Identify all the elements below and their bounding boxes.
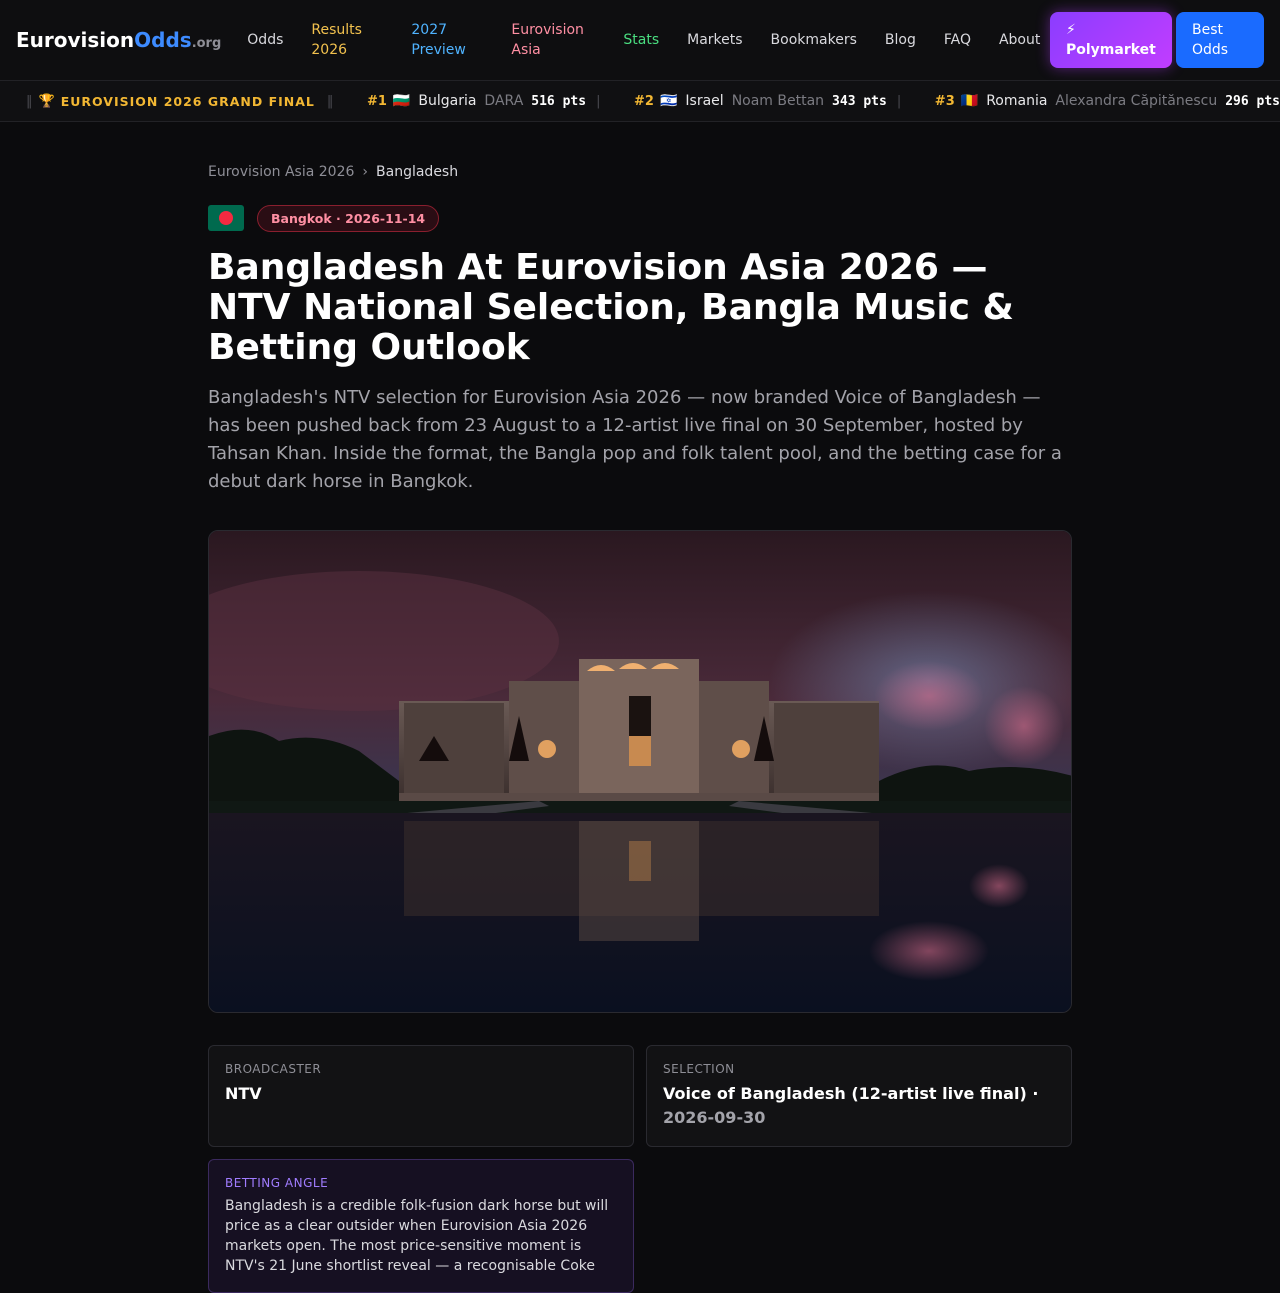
nav-stats[interactable]: Stats <box>609 30 673 50</box>
nav-faq[interactable]: FAQ <box>930 30 985 50</box>
hero-image-parliament <box>208 530 1072 1013</box>
ticker-artist: Noam Bettan <box>731 93 825 109</box>
ticker-country: Israel <box>685 93 724 109</box>
nav-2027-preview[interactable]: 2027 Preview <box>397 20 497 60</box>
ticker-entry[interactable]: #1 🇧🇬 Bulgaria DARA 516 pts <box>367 93 586 109</box>
israel-flag-icon: 🇮🇱 <box>659 93 678 109</box>
bangladesh-flag-icon <box>208 205 244 231</box>
ticker-divider: ‖ <box>26 93 33 109</box>
ticker-rank: #1 <box>366 94 387 109</box>
card-label: BROADCASTER <box>225 1062 322 1076</box>
selection-card: SELECTION Voice of Bangladesh (12-artist… <box>646 1045 1072 1147</box>
site-header: Eurovision Odds .org Odds Results 2026 202… <box>0 0 1280 81</box>
ticker-points: 296 pts <box>1225 94 1280 109</box>
breadcrumb-parent-link[interactable]: Eurovision Asia 2026 <box>208 164 354 180</box>
selection-date: 2026-09-30 <box>663 1108 766 1127</box>
breadcrumb-chevron-icon: › <box>362 164 369 180</box>
nav-bookmakers[interactable]: Bookmakers <box>757 30 871 50</box>
article-lede: Bangladesh's NTV selection for Eurovisio… <box>208 387 1062 492</box>
article-meta: Bangkok · 2026-11-14 <box>208 202 1072 234</box>
betting-angle-card: BETTING ANGLE Bangladesh is a credible f… <box>208 1159 634 1293</box>
ticker-country: Bulgaria <box>418 93 477 109</box>
ticker-points: 343 pts <box>832 94 887 109</box>
event-location-date-badge: Bangkok · 2026-11-14 <box>257 204 440 232</box>
ticker-entry[interactable]: #2 🇮🇱 Israel Noam Bettan 343 pts <box>634 93 887 109</box>
nav-blog[interactable]: Blog <box>871 30 930 50</box>
ticker-entry[interactable]: #3 🇷🇴 Romania Alexandra Căpitănescu 296 pts <box>935 93 1280 109</box>
betting-angle-text: Bangladesh is a credible folk-fusion dar… <box>225 1198 609 1274</box>
ticker-rank: #3 <box>934 94 955 109</box>
logo-part-odds: Odds <box>134 28 192 52</box>
main-nav: Odds Results 2026 2027 Preview Eurovisio… <box>233 0 1054 80</box>
card-value: NTV <box>225 1084 262 1103</box>
country-facts: BROADCASTER NTV SELECTION Voice of Bangl… <box>208 1045 1072 1293</box>
best-odds-button[interactable]: Best Odds <box>1176 12 1264 68</box>
polymarket-button[interactable]: ⚡ Polymarket <box>1050 12 1172 68</box>
ticker-rank: #2 <box>634 94 654 109</box>
nav-odds[interactable]: Odds <box>233 30 297 50</box>
card-label: BETTING ANGLE <box>225 1176 329 1190</box>
broadcaster-card: BROADCASTER NTV <box>208 1045 634 1147</box>
nav-results-2026[interactable]: Results 2026 <box>297 20 397 60</box>
romania-flag-icon: 🇷🇴 <box>960 93 979 109</box>
ticker-divider: | <box>896 93 902 109</box>
results-ticker: ‖ 🏆 EUROVISION 2026 GRAND FINAL ‖ #1 🇧🇬 Bu… <box>0 81 1280 122</box>
nav-markets[interactable]: Markets <box>673 30 756 50</box>
ticker-divider: ‖ <box>326 93 334 109</box>
breadcrumb-current: Bangladesh <box>376 164 459 180</box>
nav-about[interactable]: About <box>985 30 1054 50</box>
breadcrumb: Eurovision Asia 2026 › Bangladesh <box>208 164 1072 180</box>
ticker-divider: | <box>596 93 601 109</box>
trophy-icon: 🏆 <box>38 93 55 109</box>
article-main: Eurovision Asia 2026 › Bangladesh Bangkok … <box>208 122 1072 1293</box>
ticker-points: 516 pts <box>531 94 587 109</box>
ticker-headline: EUROVISION 2026 GRAND FINAL <box>60 93 315 109</box>
logo-part-eurovision: Eurovision <box>16 28 135 52</box>
logo-part-domain: .org <box>191 36 222 51</box>
site-logo[interactable]: Eurovision Odds .org <box>16 28 221 52</box>
card-label: SELECTION <box>663 1062 735 1076</box>
nav-eurovision-asia[interactable]: Eurovision Asia <box>497 20 609 60</box>
page-title: Bangladesh At Eurovision Asia 2026 — NTV… <box>208 247 1014 368</box>
bulgaria-flag-icon: 🇧🇬 <box>392 93 411 109</box>
ticker-country: Romania <box>986 93 1048 109</box>
ticker-artist: DARA <box>484 93 524 109</box>
card-value: Voice of Bangladesh (12-artist live fina… <box>663 1082 1055 1130</box>
selection-format: Voice of Bangladesh (12-artist live fina… <box>663 1084 1039 1103</box>
ticker-artist: Alexandra Căpitănescu <box>1055 93 1218 109</box>
